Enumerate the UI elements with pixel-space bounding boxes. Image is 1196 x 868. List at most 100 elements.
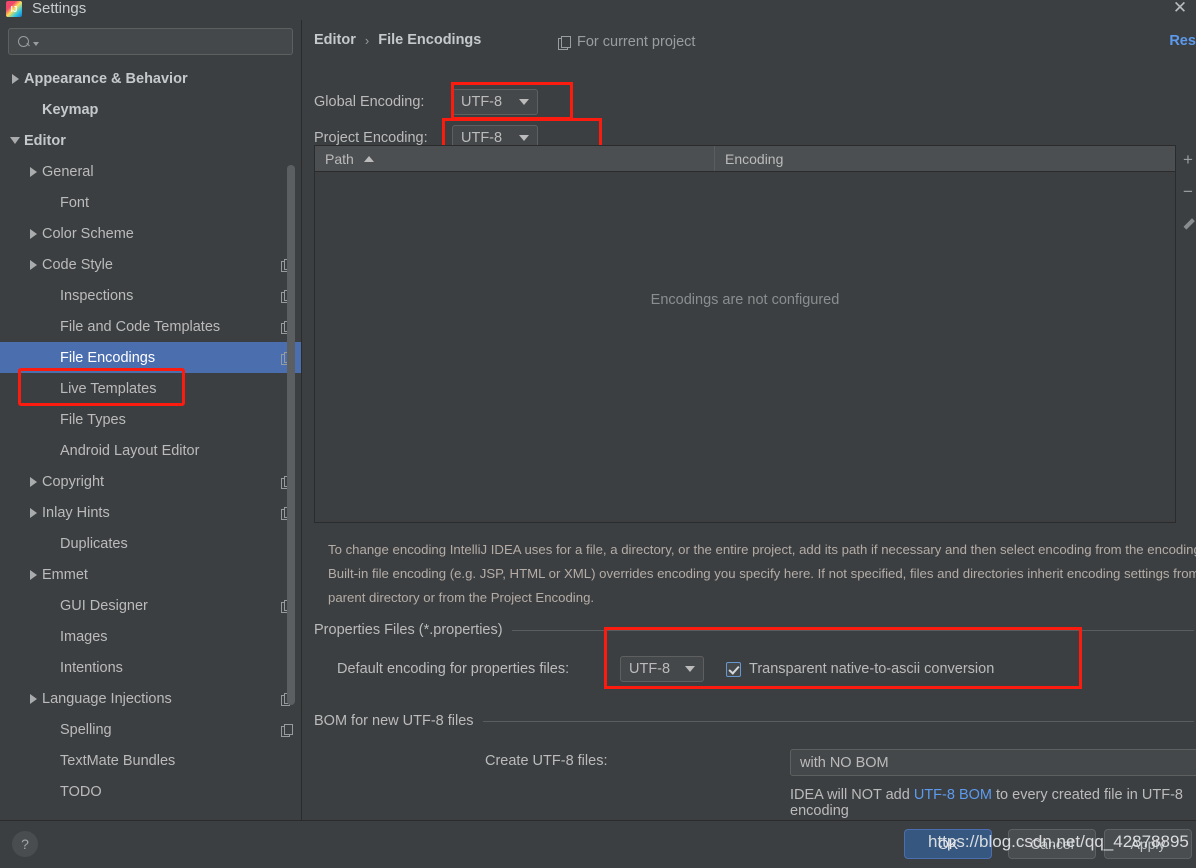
bom-note-link[interactable]: UTF-8 BOM: [914, 787, 992, 803]
apply-button[interactable]: Apply: [1104, 829, 1192, 859]
sidebar-item-emmet[interactable]: Emmet: [0, 559, 301, 590]
settings-main-panel: Editor › File Encodings For current proj…: [303, 20, 1196, 820]
sidebar-item-keymap[interactable]: Keymap: [0, 94, 301, 125]
chevron-right-icon[interactable]: [26, 569, 40, 580]
chevron-right-icon[interactable]: [26, 693, 40, 704]
reset-link[interactable]: Rese: [1169, 33, 1196, 49]
chevron-down-icon[interactable]: [8, 137, 22, 144]
sidebar-scrollbar[interactable]: [287, 165, 295, 705]
sidebar-item-label: Emmet: [42, 566, 88, 583]
chevron-right-icon[interactable]: [26, 228, 40, 239]
bom-group-title: BOM for new UTF-8 files: [314, 713, 474, 729]
group-divider-line: [511, 629, 1194, 631]
sidebar-item-label: Color Scheme: [42, 225, 134, 242]
sidebar-item-label: File Encodings: [60, 349, 156, 366]
sidebar-item-label: Language Injections: [42, 690, 172, 707]
chevron-right-icon: [29, 259, 37, 270]
sidebar-item-inspections[interactable]: Inspections: [0, 280, 301, 311]
global-encoding-combo[interactable]: UTF-8: [452, 89, 538, 115]
encodings-table: Path Encoding Encodings are not configur…: [314, 145, 1176, 523]
search-box[interactable]: [8, 28, 293, 55]
sidebar-item-label: Font: [60, 194, 90, 211]
sidebar-item-label: File Types: [60, 411, 126, 428]
sidebar-item-android-layout-editor[interactable]: Android Layout Editor: [0, 435, 301, 466]
sidebar-item-duplicates[interactable]: Duplicates: [0, 528, 301, 559]
sidebar-item-label: File and Code Templates: [60, 318, 221, 335]
sidebar-item-label: Inlay Hints: [42, 504, 110, 521]
group-divider-line: [482, 720, 1194, 722]
transparent-conversion-checkbox[interactable]: [726, 661, 741, 677]
bom-create-value: with NO BOM: [800, 754, 889, 771]
sidebar-item-label: Keymap: [42, 101, 99, 118]
sidebar-item-code-style[interactable]: Code Style: [0, 249, 301, 280]
sidebar-item-color-scheme[interactable]: Color Scheme: [0, 218, 301, 249]
properties-default-encoding-value: UTF-8: [629, 661, 671, 677]
search-input[interactable]: [39, 34, 292, 49]
sidebar-item-copyright[interactable]: Copyright: [0, 466, 301, 497]
global-encoding-label: Global Encoding:: [314, 94, 425, 110]
sidebar-item-inlay-hints[interactable]: Inlay Hints: [0, 497, 301, 528]
sidebar-item-todo[interactable]: TODO: [0, 776, 301, 807]
sidebar-item-file-encodings[interactable]: File Encodings: [0, 342, 301, 373]
pencil-icon: [1182, 218, 1195, 231]
sidebar-item-label: Copyright: [42, 473, 105, 490]
ok-button[interactable]: OK: [904, 829, 992, 859]
sidebar-item-label: Spelling: [60, 721, 112, 738]
bom-create-combo[interactable]: with NO BOM: [790, 749, 1196, 776]
sidebar-item-gui-designer[interactable]: GUI Designer: [0, 590, 301, 621]
chevron-right-icon[interactable]: [26, 507, 40, 518]
chevron-right-icon[interactable]: [8, 73, 22, 84]
sidebar-item-appearance-behavior[interactable]: Appearance & Behavior: [0, 63, 301, 94]
sidebar-item-editor[interactable]: Editor: [0, 125, 301, 156]
remove-row-button[interactable]: −: [1179, 182, 1196, 201]
sidebar-item-live-templates[interactable]: Live Templates: [0, 373, 301, 404]
chevron-down-icon: [519, 135, 529, 141]
sidebar-item-spelling[interactable]: Spelling: [0, 714, 301, 745]
window-title: Settings: [32, 0, 87, 17]
table-column-header-path[interactable]: Path: [315, 146, 715, 171]
sidebar-item-font[interactable]: Font: [0, 187, 301, 218]
chevron-right-icon[interactable]: [26, 476, 40, 487]
bom-create-label: Create UTF-8 files:: [485, 753, 608, 769]
help-icon[interactable]: ?: [12, 831, 38, 857]
sidebar-item-file-types[interactable]: File Types: [0, 404, 301, 435]
bom-note: IDEA will NOT add UTF-8 BOM to every cre…: [790, 787, 1196, 819]
chevron-right-icon[interactable]: [26, 259, 40, 270]
scope-note: For current project: [558, 34, 695, 50]
sidebar-item-language-injections[interactable]: Language Injections: [0, 683, 301, 714]
close-icon[interactable]: ✕: [1168, 0, 1192, 20]
encodings-description: To change encoding IntelliJ IDEA uses fo…: [328, 542, 1196, 605]
sidebar-item-label: Intentions: [60, 659, 123, 676]
project-scope-icon: [281, 723, 293, 737]
properties-default-encoding-combo[interactable]: UTF-8: [620, 656, 704, 682]
sidebar-item-intentions[interactable]: Intentions: [0, 652, 301, 683]
table-column-header-encoding[interactable]: Encoding: [715, 146, 1175, 171]
transparent-conversion-label: Transparent native-to-ascii conversion: [749, 661, 995, 677]
add-row-button[interactable]: +: [1179, 150, 1196, 169]
chevron-right-icon: [29, 693, 37, 704]
scope-note-label: For current project: [577, 34, 696, 50]
cancel-button[interactable]: Cancel: [1008, 829, 1096, 859]
sidebar-item-label: Code Style: [42, 256, 113, 273]
project-encoding-label: Project Encoding:: [314, 130, 428, 146]
sidebar-item-textmate-bundles[interactable]: TextMate Bundles: [0, 745, 301, 776]
breadcrumb: Editor › File Encodings: [314, 32, 481, 48]
sidebar-item-file-and-code-templates[interactable]: File and Code Templates: [0, 311, 301, 342]
table-column-header-path-label: Path: [325, 150, 354, 167]
sidebar-item-label: Inspections: [60, 287, 134, 304]
breadcrumb-current: File Encodings: [378, 32, 482, 48]
chevron-right-icon[interactable]: [26, 166, 40, 177]
edit-row-button[interactable]: [1179, 215, 1196, 233]
properties-files-group-title: Properties Files (*.properties): [314, 622, 503, 638]
sidebar-item-label: General: [42, 163, 94, 180]
sidebar-item-images[interactable]: Images: [0, 621, 301, 652]
bom-group-header: BOM for new UTF-8 files: [314, 713, 1194, 729]
chevron-right-icon: [29, 166, 37, 177]
transparent-conversion-checkbox-row[interactable]: Transparent native-to-ascii conversion: [726, 661, 994, 677]
breadcrumb-parent[interactable]: Editor: [314, 32, 356, 48]
chevron-down-icon: [685, 666, 695, 672]
properties-default-encoding-row: Default encoding for properties files: U…: [337, 656, 994, 682]
sidebar-item-general[interactable]: General: [0, 156, 301, 187]
sort-ascending-icon: [363, 155, 374, 162]
search-icon: [18, 35, 32, 49]
